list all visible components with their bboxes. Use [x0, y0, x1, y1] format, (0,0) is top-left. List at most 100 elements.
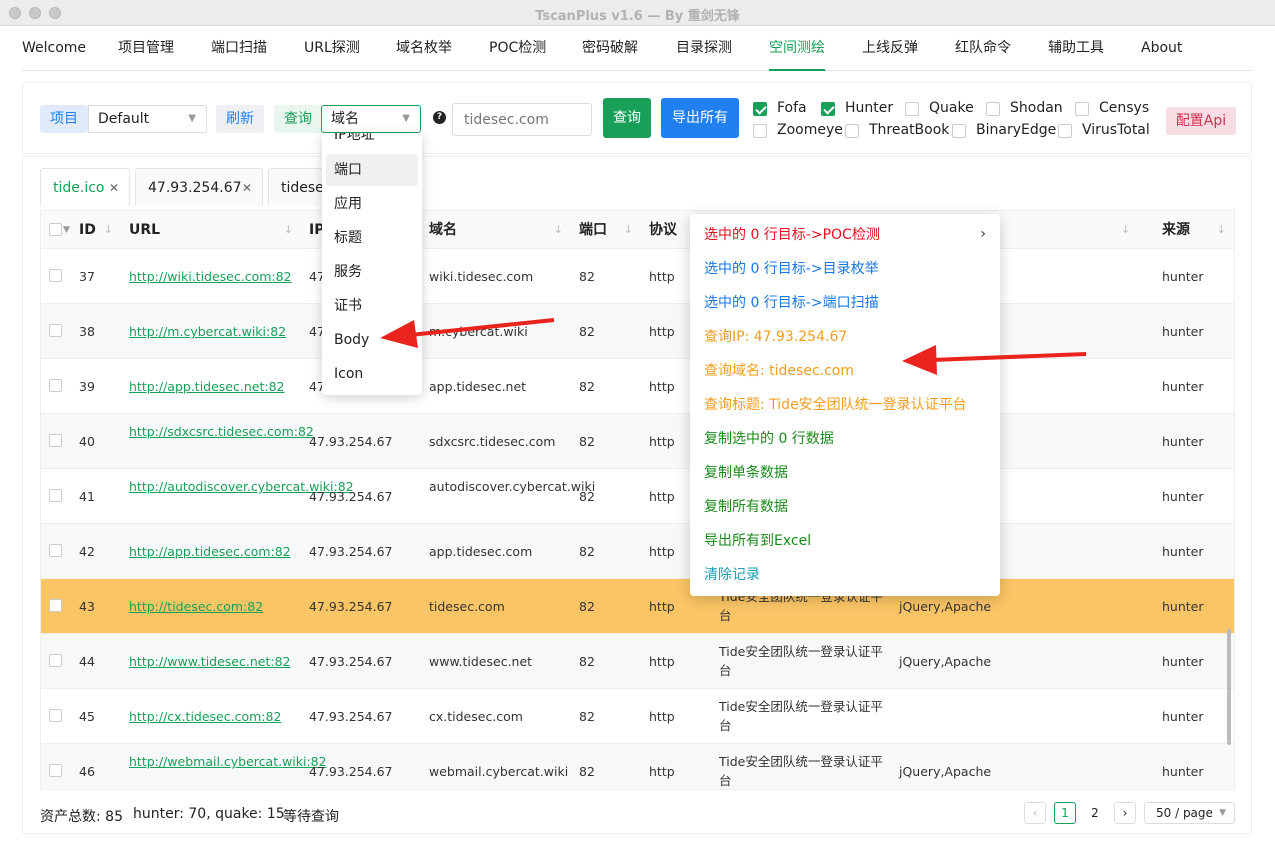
page-size-select[interactable]: 50 / page ▼	[1144, 802, 1235, 824]
chevron-down-icon[interactable]: ▼	[63, 211, 70, 249]
menu-poc[interactable]: POC检测	[489, 26, 546, 71]
query-button[interactable]: 查询	[603, 98, 651, 138]
search-input[interactable]	[452, 103, 592, 136]
menu-password[interactable]: 密码破解	[582, 26, 638, 71]
export-all-button[interactable]: 导出所有	[661, 98, 739, 138]
project-select[interactable]: Default ▼	[88, 105, 207, 133]
context-menu-item[interactable]: 选中的 0 行目标->POC检测	[704, 225, 880, 245]
row-checkbox[interactable]	[49, 434, 62, 447]
context-menu-item[interactable]: 复制单条数据	[704, 463, 788, 483]
menu-tools[interactable]: 辅助工具	[1048, 26, 1104, 71]
cell-url[interactable]: http://wiki.tidesec.com:82	[129, 267, 294, 286]
shodan-checkbox[interactable]	[986, 102, 1000, 116]
close-icon[interactable]: ✕	[109, 169, 119, 207]
chevron-down-icon: ▼	[402, 113, 410, 124]
table-row[interactable]: 39http://app.tidesec.net:8247.93.254.67a…	[41, 359, 1234, 414]
select-all-checkbox[interactable]	[49, 223, 62, 236]
menu-reverse-shell[interactable]: 上线反弹	[862, 26, 918, 71]
cell-url[interactable]: http://sdxcsrc.tidesec.com:82	[129, 422, 314, 441]
th-source[interactable]: 来源 ↓	[1162, 211, 1232, 249]
quake-checkbox[interactable]	[905, 102, 919, 116]
context-menu-item[interactable]: 选中的 0 行目标->端口扫描	[704, 293, 879, 313]
table-row[interactable]: 43 http://tidesec.com:82 47.93.254.67 tides…	[41, 579, 1234, 634]
row-checkbox[interactable]	[49, 324, 62, 337]
th-url[interactable]: URL ↓	[129, 211, 299, 249]
table-row[interactable]: 45 http://cx.tidesec.com:82 47.93.254.67 cx…	[41, 689, 1234, 744]
option-body[interactable]: Body	[326, 324, 418, 356]
context-menu-item[interactable]: 清除记录	[704, 565, 760, 585]
table-row[interactable]: 40 http://sdxcsrc.tidesec.com:82 47.93.254…	[41, 414, 1234, 469]
refresh-button[interactable]: 刷新	[216, 105, 264, 133]
threatbook-checkbox[interactable]	[845, 124, 859, 138]
row-checkbox[interactable]	[49, 269, 62, 282]
chevron-down-icon: ▼	[188, 113, 196, 124]
config-api-button[interactable]: 配置Api	[1166, 107, 1236, 135]
row-checkbox[interactable]	[49, 489, 62, 502]
context-menu-item[interactable]: 查询域名: tidesec.com	[704, 361, 854, 381]
menu-welcome[interactable]: Welcome	[22, 26, 86, 71]
menu-domain-enum[interactable]: 域名枚举	[396, 26, 452, 71]
page-2-button[interactable]: 2	[1084, 802, 1106, 824]
binaryedge-checkbox[interactable]	[952, 124, 966, 138]
menu-space-mapping[interactable]: 空间测绘	[769, 26, 825, 71]
option-app[interactable]: 应用	[326, 188, 418, 220]
context-menu-item[interactable]: 复制所有数据	[704, 497, 788, 517]
menu-dir-probe[interactable]: 目录探测	[676, 26, 732, 71]
menu-port-scan[interactable]: 端口扫描	[211, 26, 267, 71]
query-type-select[interactable]: 域名 ▼	[321, 105, 421, 133]
censys-checkbox[interactable]	[1075, 102, 1089, 116]
table-row[interactable]: 44 http://www.tidesec.net:82 47.93.254.67 w…	[41, 634, 1234, 689]
th-id[interactable]: ID ↓	[79, 211, 119, 249]
table-row[interactable]: 46 http://webmail.cybercat.wiki:82 47.93.2…	[41, 744, 1234, 789]
virustotal-checkbox[interactable]	[1058, 124, 1072, 138]
help-icon[interactable]: ?	[433, 111, 446, 124]
context-menu-item[interactable]: 查询标题: Tide安全团队统一登录认证平台	[704, 395, 967, 415]
context-menu-item[interactable]: 选中的 0 行目标->目录枚举	[704, 259, 879, 279]
cell-url[interactable]: http://app.tidesec.com:82	[129, 542, 294, 561]
option-ip[interactable]: IP地址	[326, 133, 418, 151]
cell-url[interactable]: http://webmail.cybercat.wiki:82	[129, 752, 327, 771]
option-port[interactable]: 端口	[326, 154, 418, 186]
hunter-checkbox[interactable]	[821, 102, 835, 116]
table-row[interactable]: 42 http://app.tidesec.com:82 47.93.254.67 a…	[41, 524, 1234, 579]
tab-tide-ico[interactable]: tide.ico ✕	[40, 168, 130, 206]
table-row[interactable]: 37http://wiki.tidesec.com:8247.93.254.67…	[41, 249, 1234, 304]
row-checkbox[interactable]	[49, 654, 62, 667]
close-icon[interactable]: ✕	[242, 169, 252, 207]
next-page-button[interactable]: ›	[1114, 802, 1136, 824]
sort-icon[interactable]: ↓	[1121, 211, 1141, 249]
cell-url[interactable]: http://tidesec.com:82	[129, 597, 294, 616]
fofa-checkbox[interactable]	[753, 102, 767, 116]
table-row[interactable]: 38http://m.cybercat.wiki:8247.93.254.67m…	[41, 304, 1234, 359]
cell-url[interactable]: http://app.tidesec.net:82	[129, 377, 294, 396]
th-domain[interactable]: 域名 ↓	[429, 211, 569, 249]
table-scrollbar[interactable]	[1227, 629, 1231, 745]
row-checkbox[interactable]	[49, 379, 62, 392]
page-1-button[interactable]: 1	[1054, 802, 1076, 824]
cell-url[interactable]: http://autodiscover.cybercat.wiki:82	[129, 477, 354, 496]
tab-ip[interactable]: 47.93.254.67 ✕	[135, 168, 263, 206]
cell-url[interactable]: http://www.tidesec.net:82	[129, 652, 294, 671]
row-checkbox[interactable]	[49, 544, 62, 557]
row-checkbox[interactable]	[49, 709, 62, 722]
cell-url[interactable]: http://m.cybercat.wiki:82	[129, 322, 294, 341]
row-checkbox[interactable]	[49, 764, 62, 777]
option-service[interactable]: 服务	[326, 256, 418, 288]
row-checkbox[interactable]	[49, 599, 62, 612]
menu-project[interactable]: 项目管理	[118, 26, 174, 71]
zoomeye-checkbox[interactable]	[753, 124, 767, 138]
menu-red-team[interactable]: 红队命令	[955, 26, 1011, 71]
th-port[interactable]: 端口 ↓	[579, 211, 639, 249]
menu-about[interactable]: About	[1141, 26, 1182, 71]
menu-url-probe[interactable]: URL探测	[304, 26, 360, 71]
prev-page-button[interactable]: ‹	[1024, 802, 1046, 824]
context-menu-item[interactable]: 查询IP: 47.93.254.67	[704, 327, 847, 347]
option-icon[interactable]: Icon	[326, 358, 418, 390]
cell-url[interactable]: http://cx.tidesec.com:82	[129, 707, 294, 726]
cell-port: 82	[579, 544, 595, 559]
context-menu-item[interactable]: 导出所有到Excel	[704, 531, 811, 551]
option-title[interactable]: 标题	[326, 222, 418, 254]
option-cert[interactable]: 证书	[326, 290, 418, 322]
context-menu-item[interactable]: 复制选中的 0 行数据	[704, 429, 834, 449]
table-row[interactable]: 41 http://autodiscover.cybercat.wiki:82 47…	[41, 469, 1234, 524]
